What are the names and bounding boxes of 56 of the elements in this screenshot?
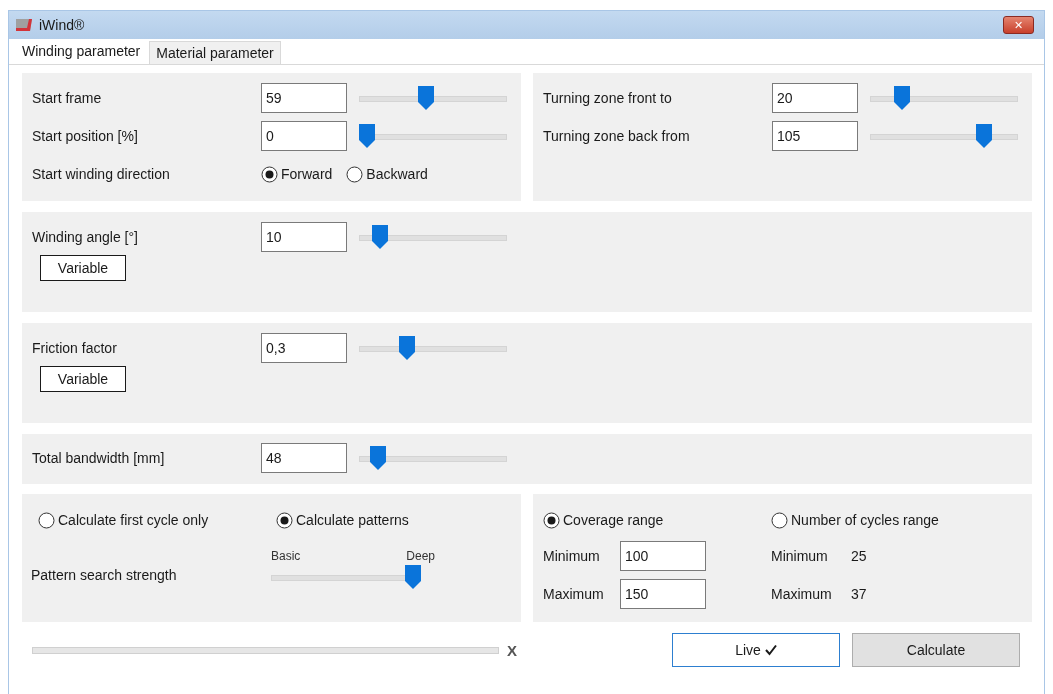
radio-button[interactable] [543,511,560,529]
field-label: Turning zone back from [543,128,691,144]
radio-label: Calculate patterns [296,512,409,528]
radio-label: Number of cycles range [791,512,939,528]
slider-thumb[interactable] [369,446,386,470]
field-label: Minimum [543,548,601,564]
radio-button[interactable] [771,511,788,529]
input-field[interactable]: 48 [261,443,347,473]
field-label: Start position [%] [32,128,139,144]
radio-button[interactable] [346,165,364,183]
slider-thumb[interactable] [405,565,421,589]
close-button[interactable]: ✕ [1003,16,1034,34]
tab[interactable]: Material parameter [149,41,281,64]
radio-button[interactable] [261,165,278,183]
slider-thumb[interactable] [418,86,435,110]
field-label: Friction factor [32,340,118,356]
field-label: Turning zone front to [543,90,673,106]
app-logo-icon [15,18,33,32]
input-field[interactable]: 150 [620,579,706,609]
radio-label: Coverage range [563,512,664,528]
field-label: Minimum [771,548,829,564]
field-label: Start winding direction [32,166,171,182]
cancel-button[interactable]: X [505,641,519,659]
field-label: Total bandwidth [mm] [32,450,166,466]
variable-button[interactable]: Variable [40,366,126,392]
slider-thumb[interactable] [975,124,992,148]
check-icon [764,644,777,656]
input-field[interactable]: 59 [261,83,347,113]
field-label: Maximum [771,586,833,602]
radio-label: Backward [366,166,428,182]
radio-label: Calculate first cycle only [58,512,209,528]
input-field[interactable]: 0,3 [261,333,347,363]
input-field[interactable]: 0 [261,121,347,151]
input-field[interactable]: 100 [620,541,706,571]
window-title: iWind® [39,17,86,33]
scale-label: Basic [271,549,301,563]
radio-button[interactable] [276,511,293,529]
slider-thumb[interactable] [359,124,375,148]
field-label: Winding angle [°] [32,229,139,245]
field-label: Start frame [32,90,103,106]
value-text: 37 [851,586,867,602]
slider-thumb[interactable] [372,225,389,249]
input-field[interactable]: 10 [261,222,347,252]
slider-thumb[interactable] [893,86,910,110]
live-button[interactable]: Live [672,633,840,667]
input-field[interactable]: 20 [772,83,858,113]
calculate-button[interactable]: Calculate [852,633,1020,667]
field-label: Pattern search strength [31,567,178,585]
slider-thumb[interactable] [398,336,415,360]
input-field[interactable]: 105 [772,121,858,151]
variable-button[interactable]: Variable [40,255,126,281]
value-text: 25 [851,548,867,564]
radio-button[interactable] [38,511,55,529]
scale-label: Deep [406,549,435,563]
field-label: Maximum [543,586,605,602]
radio-label: Forward [281,166,333,182]
